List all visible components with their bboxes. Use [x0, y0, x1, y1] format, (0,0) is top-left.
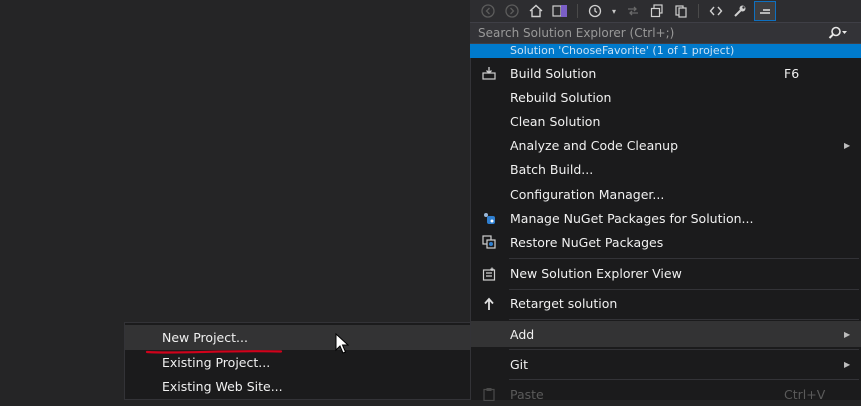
menu-item-label: Clean Solution	[510, 113, 601, 129]
chevron-down-icon[interactable]: ▾	[609, 2, 619, 20]
back-icon[interactable]	[478, 2, 498, 20]
forward-icon[interactable]	[502, 2, 522, 20]
mouse-cursor-icon	[335, 333, 349, 354]
add-submenu: New Project... Existing Project... Exist…	[124, 322, 471, 400]
search-icon[interactable]	[827, 26, 861, 40]
home-icon[interactable]	[526, 2, 546, 20]
code-icon[interactable]	[706, 2, 726, 20]
submenu-arrow-icon: ▶	[844, 140, 851, 150]
wrench-icon[interactable]	[730, 2, 750, 20]
menu-separator	[509, 319, 859, 320]
nuget-icon	[471, 211, 507, 225]
submenu-item-new-project[interactable]: New Project...	[125, 325, 470, 350]
submenu-item-label: Existing Web Site...	[162, 379, 283, 394]
menu-item-label: Rebuild Solution	[510, 89, 612, 105]
menu-item-manage-nuget[interactable]: Manage NuGet Packages for Solution...	[471, 206, 861, 230]
build-icon	[471, 66, 507, 80]
solution-node[interactable]: Solution 'ChooseFavorite' (1 of 1 projec…	[470, 44, 861, 58]
menu-item-batch-build[interactable]: Batch Build...	[471, 157, 861, 181]
solution-explorer-toolbar: ▾	[470, 0, 861, 22]
menu-separator	[509, 289, 859, 290]
menu-separator	[509, 258, 859, 259]
menu-item-clean-solution[interactable]: Clean Solution	[471, 109, 861, 133]
menu-item-shortcut: Ctrl+V	[784, 386, 826, 402]
search-input[interactable]	[470, 25, 827, 41]
menu-item-label: New Solution Explorer View	[510, 266, 682, 281]
solution-explorer-search[interactable]	[470, 22, 861, 44]
menu-item-configuration-manager[interactable]: Configuration Manager...	[471, 182, 861, 206]
menu-item-label: Paste	[510, 386, 544, 402]
menu-item-label: Batch Build...	[510, 161, 594, 177]
menu-separator	[509, 349, 859, 350]
menu-item-shortcut: F6	[784, 65, 800, 81]
toolbar-divider	[698, 4, 699, 18]
menu-item-label: Analyze and Code Cleanup	[510, 137, 679, 153]
sync-icon[interactable]	[623, 2, 643, 20]
menu-item-restore-nuget[interactable]: Restore NuGet Packages	[471, 230, 861, 254]
submenu-item-existing-web-site[interactable]: Existing Web Site...	[125, 374, 470, 399]
menu-item-add[interactable]: Add ▶	[471, 321, 861, 347]
menu-item-paste[interactable]: Paste Ctrl+V	[471, 382, 861, 406]
retarget-icon	[471, 297, 507, 311]
menu-item-label: Git	[510, 356, 529, 372]
menu-item-label: Configuration Manager...	[510, 186, 665, 202]
submenu-arrow-icon: ▶	[844, 329, 851, 339]
menu-item-retarget-solution[interactable]: Retarget solution	[471, 291, 861, 316]
submenu-arrow-icon: ▶	[844, 359, 851, 369]
vs-switch-icon[interactable]	[550, 2, 570, 20]
new-view-icon	[471, 267, 507, 281]
copy-icon[interactable]	[671, 2, 691, 20]
menu-item-label: Build Solution	[510, 65, 597, 81]
collapse-icon[interactable]	[647, 2, 667, 20]
submenu-item-label: New Project...	[162, 330, 248, 345]
paste-icon	[471, 387, 507, 401]
menu-item-rebuild-solution[interactable]: Rebuild Solution	[471, 85, 861, 109]
menu-separator	[509, 379, 859, 380]
history-icon[interactable]	[585, 2, 605, 20]
menu-item-new-solution-explorer-view[interactable]: New Solution Explorer View	[471, 261, 861, 286]
menu-item-label: Retarget solution	[510, 296, 618, 311]
menu-item-label: Restore NuGet Packages	[510, 234, 664, 250]
solution-context-menu: Build Solution F6 Rebuild Solution Clean…	[470, 58, 861, 402]
menu-item-analyze-code-cleanup[interactable]: Analyze and Code Cleanup ▶	[471, 133, 861, 157]
restore-icon	[471, 235, 507, 249]
pin-icon[interactable]	[754, 1, 776, 21]
submenu-item-label: Existing Project...	[162, 355, 271, 370]
menu-item-label: Manage NuGet Packages for Solution...	[510, 210, 754, 226]
menu-item-git[interactable]: Git ▶	[471, 351, 861, 377]
submenu-item-existing-project[interactable]: Existing Project...	[125, 350, 470, 375]
menu-item-build-solution[interactable]: Build Solution F6	[471, 61, 861, 85]
menu-item-label: Add	[510, 326, 535, 342]
toolbar-divider	[577, 4, 578, 18]
